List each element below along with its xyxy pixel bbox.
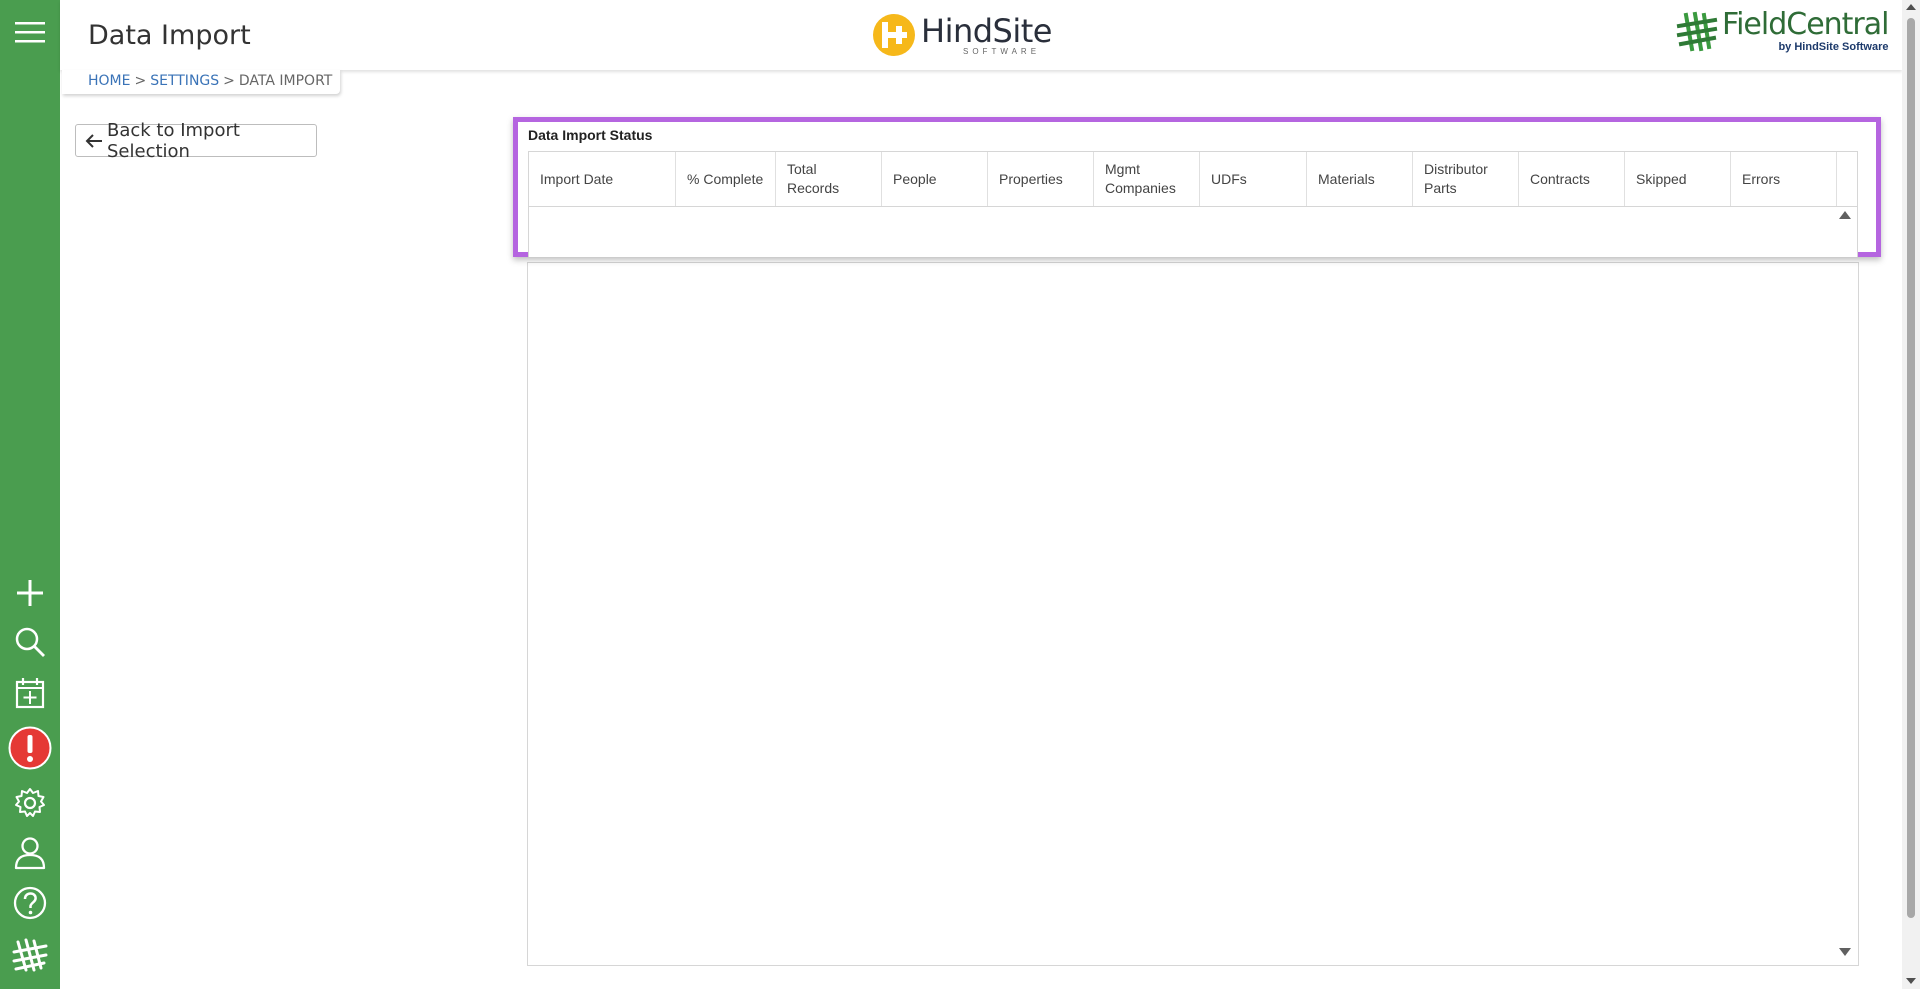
fieldcentral-logo-by: by HindSite Software (1778, 41, 1889, 53)
add-icon[interactable] (8, 571, 52, 615)
page-scroll-thumb[interactable] (1907, 18, 1915, 918)
col-distributor-parts[interactable]: Distributor Parts (1413, 152, 1519, 206)
hindsite-logo-name: HindSite (921, 11, 1052, 50)
breadcrumb-separator: > (223, 73, 235, 89)
grid-scroll-up-icon[interactable] (1839, 211, 1851, 219)
back-to-import-selection-button[interactable]: Back to Import Selection (75, 120, 317, 162)
breadcrumb-home[interactable]: HOME (88, 73, 130, 89)
search-icon[interactable] (8, 620, 52, 664)
calendar-add-icon[interactable] (8, 671, 52, 715)
import-status-grid: Import Date % Complete Total Records Peo… (528, 151, 1858, 257)
gear-icon[interactable] (8, 781, 52, 825)
import-status-title: Data Import Status (528, 127, 653, 143)
grid-rows (529, 207, 1857, 257)
col-errors[interactable]: Errors (1731, 152, 1837, 206)
col-people[interactable]: People (882, 152, 988, 206)
sidebar (0, 0, 60, 989)
breadcrumb-separator: > (134, 73, 147, 89)
col-contracts[interactable]: Contracts (1519, 152, 1625, 206)
arrow-left-icon (85, 133, 103, 149)
page-scroll-down-icon[interactable] (1906, 978, 1916, 984)
import-status-grid-body[interactable] (527, 262, 1859, 966)
grid-header: Import Date % Complete Total Records Peo… (529, 151, 1857, 207)
breadcrumb-settings[interactable]: SETTINGS (150, 73, 219, 89)
col-scroll-spacer (1837, 152, 1857, 206)
col-materials[interactable]: Materials (1307, 152, 1413, 206)
alert-icon[interactable] (8, 726, 52, 770)
menu-icon[interactable] (8, 10, 52, 54)
col-total-records[interactable]: Total Records (776, 152, 882, 206)
col-percent-complete[interactable]: % Complete (676, 152, 776, 206)
page-scrollbar[interactable] (1902, 0, 1920, 989)
breadcrumb: HOME > SETTINGS > DATA IMPORT (88, 73, 332, 89)
col-skipped[interactable]: Skipped (1625, 152, 1731, 206)
page-title: Data Import (88, 20, 251, 51)
col-mgmt-companies[interactable]: Mgmt Companies (1094, 152, 1200, 206)
hindsite-logo-sub: SOFTWARE (963, 46, 1041, 56)
col-udfs[interactable]: UDFs (1200, 152, 1307, 206)
fieldcentral-logo-icon (1676, 11, 1718, 53)
breadcrumb-current: DATA IMPORT (238, 73, 333, 89)
fieldcentral-logo: FieldCentral by HindSite Software (1676, 7, 1889, 53)
col-properties[interactable]: Properties (988, 152, 1094, 206)
fieldcentral-mark-icon[interactable] (8, 934, 52, 978)
fieldcentral-logo-name: FieldCentral (1722, 7, 1889, 42)
hindsite-logo: HindSite SOFTWARE (873, 12, 1052, 58)
grid-scroll-down-icon[interactable] (1839, 948, 1851, 956)
hindsite-logo-icon (873, 14, 915, 56)
col-import-date[interactable]: Import Date (529, 152, 676, 206)
page-scroll-up-icon[interactable] (1906, 4, 1916, 10)
back-button-label: Back to Import Selection (107, 119, 240, 162)
help-icon[interactable] (8, 881, 52, 925)
user-icon[interactable] (8, 831, 52, 875)
